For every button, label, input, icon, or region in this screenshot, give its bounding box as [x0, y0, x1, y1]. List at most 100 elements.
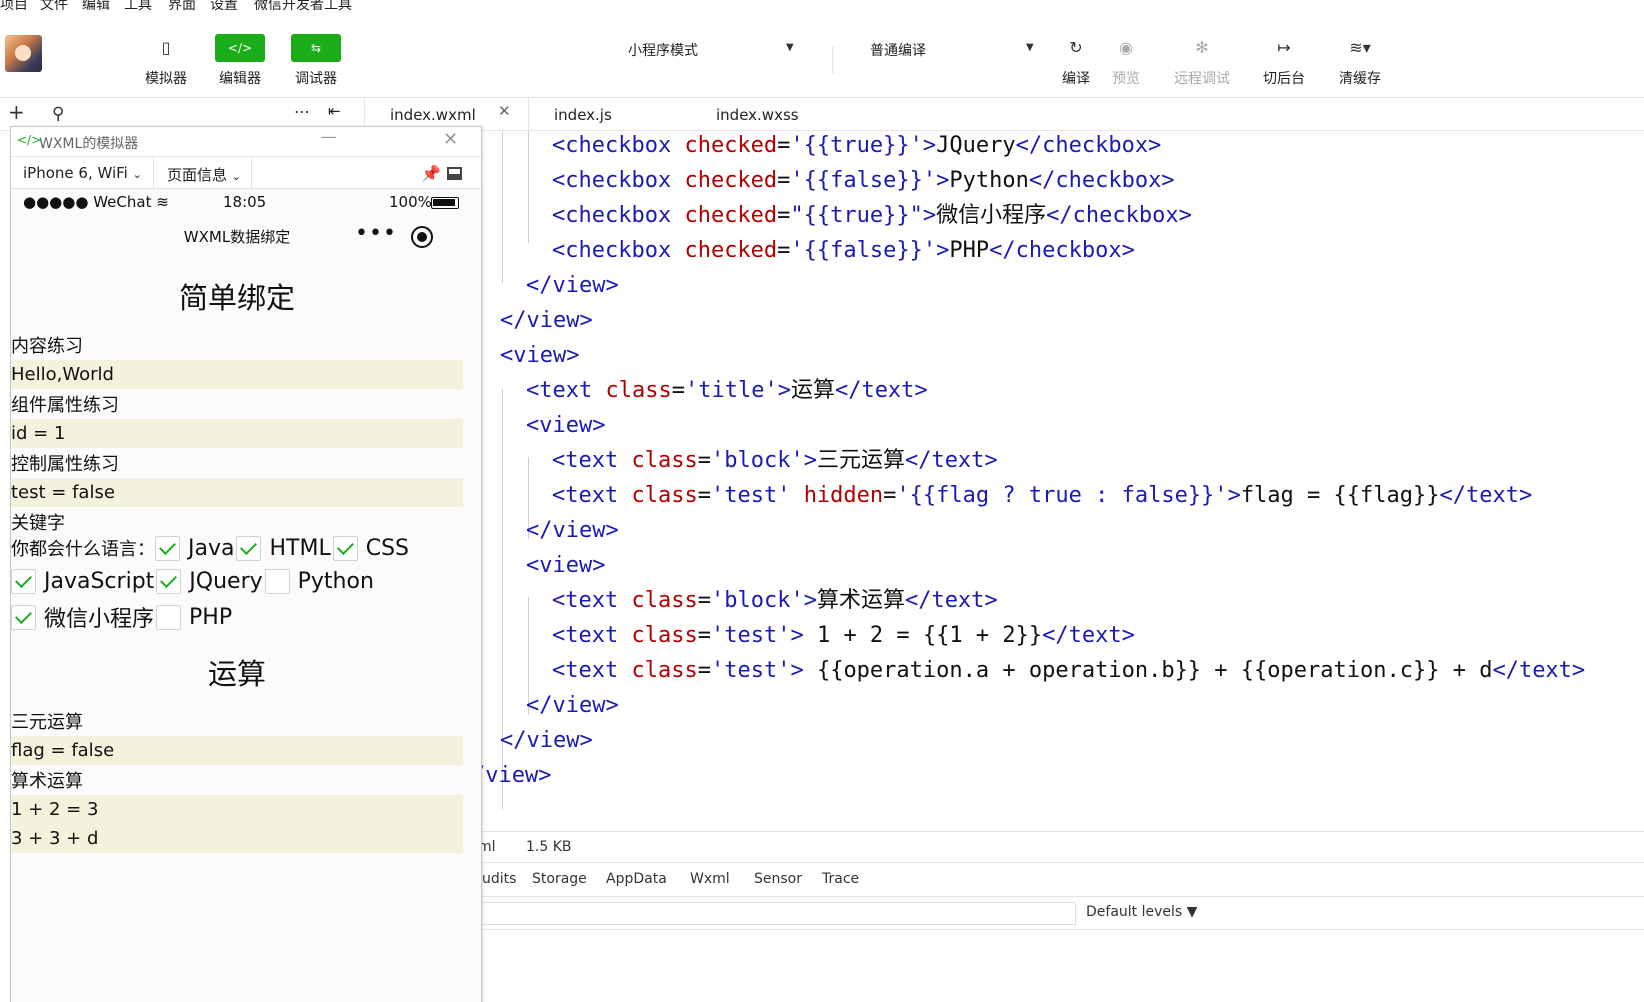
toolbar-divider: [832, 46, 833, 74]
background-button[interactable]: ↦ 切后台: [1254, 34, 1314, 88]
pin-icon[interactable]: 📌: [421, 164, 441, 183]
device-select[interactable]: iPhone 6, WiFi ⌄: [23, 164, 142, 182]
remote-debug-button[interactable]: ✻ 远程调试: [1172, 34, 1232, 88]
tab-storage[interactable]: Storage: [532, 871, 587, 887]
user-avatar[interactable]: [5, 35, 42, 72]
checkbox-label: JQuery: [189, 568, 263, 594]
phone-icon: ▯: [161, 38, 171, 57]
phone-status-bar: ●●●●● WeChat ≋ 18:05 100%: [11, 189, 481, 215]
code-line: <text class='test' hidden='{{flag ? true…: [552, 483, 1533, 508]
arith-value: 1 + 2 = 3: [11, 795, 463, 824]
signal-carrier: ●●●●● WeChat ≋: [23, 193, 169, 211]
simulator-button[interactable]: ▯ 模拟器: [136, 34, 196, 88]
close-icon[interactable]: ✕: [443, 129, 458, 150]
menu-tools[interactable]: 工具: [124, 0, 152, 12]
checkbox-html[interactable]: [236, 535, 262, 561]
mode-dropdown-icon[interactable]: ▼: [786, 42, 794, 53]
console-filter-input[interactable]: [480, 902, 1076, 925]
code-line: <view>: [526, 413, 606, 438]
checkbox-php[interactable]: [156, 604, 182, 630]
more-options-icon[interactable]: •••: [355, 221, 397, 246]
tab-wxml[interactable]: Wxml: [690, 871, 730, 887]
arith-value: 3 + 3 + d: [11, 824, 463, 853]
checkbox-label: HTML: [269, 535, 331, 561]
checkbox-jquery[interactable]: [156, 568, 182, 594]
tab-sensor[interactable]: Sensor: [754, 871, 802, 887]
code-line: <checkbox checked='{{true}}'>JQuery</che…: [552, 133, 1162, 158]
battery-icon: [431, 197, 459, 209]
dock-icon[interactable]: [447, 167, 462, 180]
minimize-icon[interactable]: —: [321, 127, 337, 146]
code-line: <checkbox checked="{{true}}">微信小程序</chec…: [552, 203, 1192, 228]
simulator-titlebar: </> WXML的模拟器 — ✕: [11, 127, 481, 157]
code-editor[interactable]: <checkbox checked='{{true}}'>JQuery</che…: [470, 131, 1644, 831]
code-line: <text class='test'> 1 + 2 = {{1 + 2}}</t…: [552, 623, 1135, 648]
debugger-label: 调试器: [295, 71, 337, 87]
layers-icon: ≋▾: [1349, 38, 1371, 57]
checkbox-javascript[interactable]: [11, 568, 36, 594]
code-line: <checkbox checked='{{false}}'>PHP</check…: [552, 238, 1135, 263]
menu-file[interactable]: 文件: [40, 0, 68, 12]
search-icon[interactable]: ⚲: [52, 104, 64, 124]
editor-button[interactable]: </> 编辑器: [210, 34, 270, 88]
wifi-icon: ≋: [156, 193, 169, 211]
indent-guide: [502, 131, 503, 283]
checkbox-css[interactable]: [332, 535, 358, 561]
compile-mode-select[interactable]: 普通编译: [870, 40, 926, 60]
tab-trace[interactable]: Trace: [822, 871, 859, 887]
menu-wechat-devtools[interactable]: 微信开发者工具: [254, 0, 352, 12]
tab-index-js[interactable]: index.js: [554, 106, 612, 124]
preview-button[interactable]: ◉ 预览: [1096, 34, 1156, 88]
code-line: <text class='block'>算术运算</text>: [552, 588, 998, 613]
code-line: /view>: [472, 763, 552, 788]
more-icon[interactable]: ⋯: [294, 102, 310, 121]
ternary-value: flag = false: [11, 736, 463, 765]
menu-project[interactable]: 项目: [0, 0, 28, 12]
lang-question: 你都会什么语言：: [11, 539, 155, 560]
code-line: <text class='block'>三元运算</text>: [552, 448, 998, 473]
page-info-select[interactable]: 页面信息 ⌄: [167, 164, 241, 185]
code-line: <text class='test'> {{operation.a + oper…: [552, 658, 1586, 683]
code-line: <text class='title'>运算</text>: [526, 378, 928, 403]
simulator-window: </> WXML的模拟器 — ✕ iPhone 6, WiFi ⌄ 页面信息 ⌄…: [10, 126, 482, 1002]
code-line: </view>: [500, 728, 593, 753]
debug-toggle-icon: ⇆: [291, 34, 341, 62]
component-label: 组件属性练习: [11, 395, 119, 416]
collapse-panel-icon[interactable]: ⇤: [328, 102, 341, 120]
tab-index-wxss[interactable]: index.wxss: [716, 106, 799, 124]
menu-edit[interactable]: 编辑: [82, 0, 110, 12]
menu-view[interactable]: 界面: [168, 0, 196, 12]
code-icon: </>: [215, 34, 265, 62]
checkbox-label: 微信小程序: [44, 607, 155, 632]
editor-status-bar: ml 1.5 KB: [470, 831, 1644, 863]
add-icon[interactable]: +: [8, 100, 25, 124]
menu-settings[interactable]: 设置: [210, 0, 238, 12]
clear-cache-button[interactable]: ≋▾ 清缓存: [1330, 34, 1390, 88]
section-title: 简单绑定: [178, 281, 295, 315]
code-line: <checkbox checked='{{false}}'>Python</ch…: [552, 168, 1175, 193]
checkbox-row: 你都会什么语言： Java HTML CSS: [11, 535, 411, 567]
divider: [153, 157, 154, 189]
code-line: <view>: [500, 343, 580, 368]
tab-appdata[interactable]: AppData: [606, 871, 667, 887]
section-title: 运算: [207, 657, 266, 691]
checkbox-miniprogram[interactable]: [11, 604, 36, 630]
devtools-tab-bar: udits Storage AppData Wxml Sensor Trace: [470, 863, 1644, 897]
compile-mode-dropdown-icon[interactable]: ▼: [1026, 42, 1034, 53]
checkbox-python[interactable]: [264, 568, 290, 594]
code-line: </view>: [526, 518, 619, 543]
content-label: 内容练习: [11, 336, 83, 357]
page-content: 简单绑定 内容练习 Hello,World 组件属性练习 id = 1 控制属性…: [11, 259, 481, 1002]
checkbox-java[interactable]: [155, 535, 180, 561]
mode-select[interactable]: 小程序模式: [628, 40, 698, 60]
tab-audits[interactable]: udits: [482, 871, 516, 887]
clear-cache-label: 清缓存: [1339, 71, 1381, 87]
close-tab-icon[interactable]: ✕: [498, 102, 511, 120]
log-levels-select[interactable]: Default levels ▼: [1086, 904, 1197, 920]
simulator-title: WXML的模拟器: [39, 136, 139, 152]
tab-index-wxml[interactable]: index.wxml: [390, 106, 476, 124]
debugger-button[interactable]: ⇆ 调试器: [286, 34, 346, 88]
checkbox-label: CSS: [365, 535, 410, 561]
editor-label: 编辑器: [219, 71, 261, 87]
capsule-close-icon[interactable]: [411, 226, 433, 248]
